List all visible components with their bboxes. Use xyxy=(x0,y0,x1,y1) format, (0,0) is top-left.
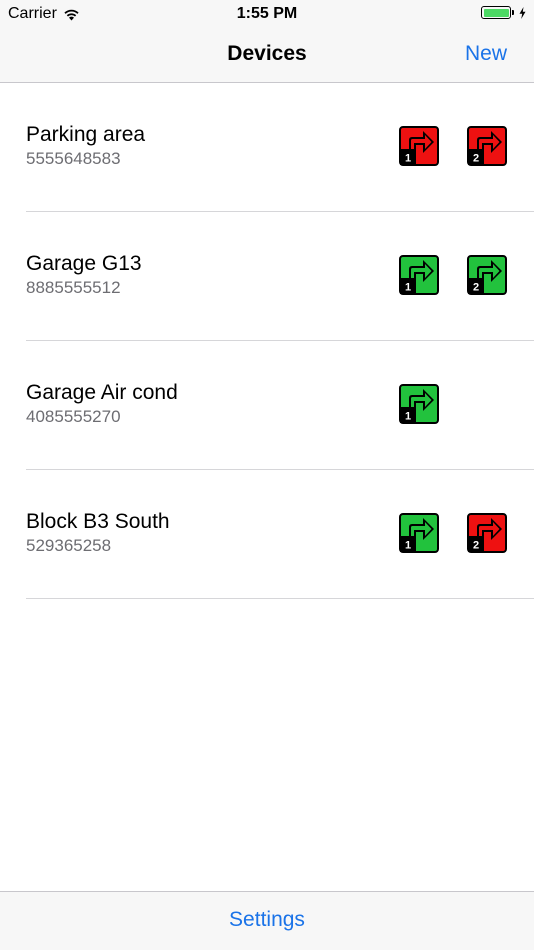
relay-number: 1 xyxy=(405,411,411,423)
relay-arrow-icon: 1 xyxy=(399,384,439,424)
device-name: Block B3 South xyxy=(26,510,170,533)
relay-arrow-icon: 1 xyxy=(399,126,439,166)
device-name: Parking area xyxy=(26,123,146,146)
relay-1-button[interactable]: 1 xyxy=(399,384,439,424)
relay-number: 2 xyxy=(473,153,479,165)
relay-arrow-icon: 2 xyxy=(467,126,507,166)
battery-icon xyxy=(481,6,511,19)
status-right xyxy=(481,6,526,19)
relay-2-button[interactable]: 2 xyxy=(467,255,507,295)
relay-arrow-icon: 1 xyxy=(399,513,439,553)
device-phone-number: 529365258 xyxy=(26,536,112,555)
relay-1-button[interactable]: 1 xyxy=(399,255,439,295)
new-device-button[interactable]: New xyxy=(465,42,507,66)
device-row[interactable]: Parking area 5555648583 1 2 xyxy=(26,83,534,212)
battery-tip xyxy=(512,10,514,15)
page-title: Devices xyxy=(227,42,307,65)
device-row[interactable]: Garage G13 8885555512 1 2 xyxy=(26,212,534,341)
device-list: Parking area 5555648583 1 2 Garage G13 888555… xyxy=(0,83,534,599)
relay-arrow-icon: 2 xyxy=(467,513,507,553)
relay-1-button[interactable]: 1 xyxy=(399,126,439,166)
bottom-toolbar: Settings xyxy=(0,891,534,950)
relay-1-button[interactable]: 1 xyxy=(399,513,439,553)
relay-2-button[interactable]: 2 xyxy=(467,513,507,553)
navigation-bar: Devices New xyxy=(0,28,534,83)
device-row[interactable]: Garage Air cond 4085555270 1 xyxy=(26,341,534,470)
device-phone-number: 8885555512 xyxy=(26,278,121,297)
device-row[interactable]: Block B3 South 529365258 1 2 xyxy=(26,470,534,599)
device-phone-number: 4085555270 xyxy=(26,407,121,426)
relay-number: 1 xyxy=(405,153,411,165)
relay-2-button[interactable]: 2 xyxy=(467,126,507,166)
relay-number: 1 xyxy=(405,540,411,552)
device-name: Garage G13 xyxy=(26,252,142,275)
device-phone-number: 5555648583 xyxy=(26,149,121,168)
battery-level xyxy=(483,8,509,17)
status-bar: Carrier 1:55 PM xyxy=(0,0,534,28)
settings-button[interactable]: Settings xyxy=(0,908,534,932)
relay-number: 1 xyxy=(405,282,411,294)
devices-screen: Carrier 1:55 PM Devices New Parking area… xyxy=(0,0,534,950)
relay-arrow-icon: 2 xyxy=(467,255,507,295)
charging-bolt-icon xyxy=(519,6,526,19)
relay-number: 2 xyxy=(473,282,479,294)
relay-number: 2 xyxy=(473,540,479,552)
device-name: Garage Air cond xyxy=(26,381,178,404)
status-time: 1:55 PM xyxy=(236,5,298,22)
relay-arrow-icon: 1 xyxy=(399,255,439,295)
